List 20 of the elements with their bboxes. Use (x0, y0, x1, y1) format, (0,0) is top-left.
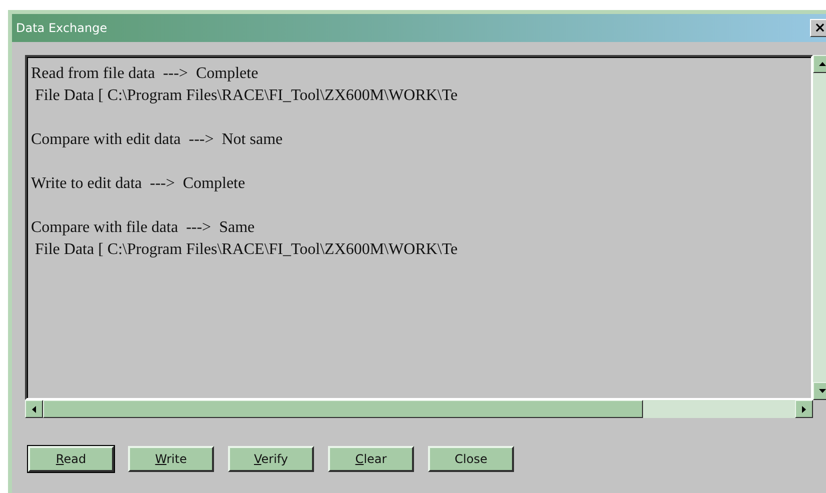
log-line: Read from file data ---> Complete (31, 64, 260, 84)
dialog-button[interactable]: Write (128, 446, 214, 472)
scroll-right-icon[interactable] (795, 400, 813, 418)
log-line: Write to edit data ---> Complete (31, 174, 246, 194)
log-line: File Data [ C:\Program Files\RACE\FI_Tool\ZX600M\WORK\Te (34, 86, 459, 106)
scroll-left-icon[interactable] (25, 400, 43, 418)
scroll-thumb[interactable] (43, 400, 643, 418)
dialog-button[interactable]: Verify (228, 446, 314, 472)
vertical-scrollbar[interactable] (813, 55, 826, 400)
dialog-button[interactable]: Close (428, 446, 514, 472)
scroll-down-icon[interactable] (813, 382, 826, 400)
dialog-button[interactable]: Read (28, 446, 114, 472)
log-line: File Data [ C:\Program Files\RACE\FI_Tool\ZX600M\WORK\Te (34, 240, 459, 260)
close-button[interactable]: × (810, 19, 826, 37)
horizontal-scrollbar[interactable] (25, 400, 813, 418)
log-line: Compare with edit data ---> Not same (31, 130, 284, 150)
log-line: Compare with file data ---> Same (31, 218, 256, 238)
window-title: Data Exchange (16, 21, 108, 35)
scroll-up-icon[interactable] (813, 55, 826, 73)
dialog-button[interactable]: Clear (328, 446, 414, 472)
